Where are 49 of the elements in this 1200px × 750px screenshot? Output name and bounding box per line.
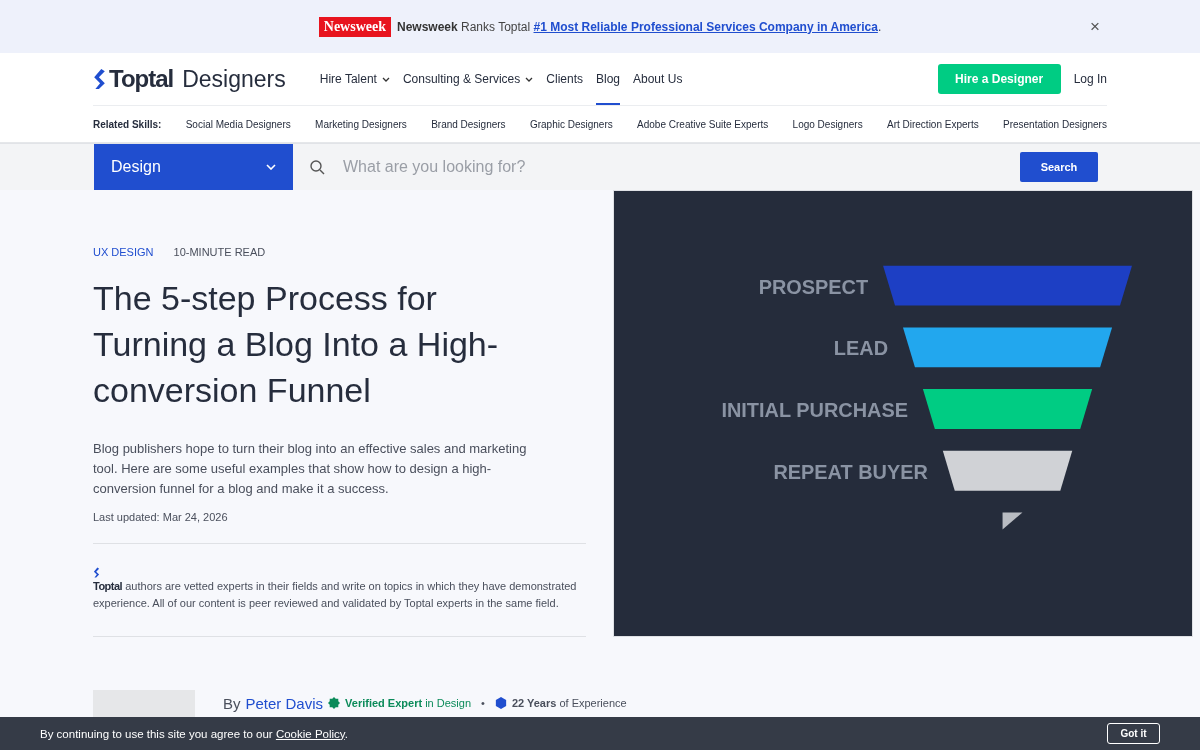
announcement-link[interactable]: #1 Most Reliable Professional Services Company in America xyxy=(533,19,878,34)
nav-link[interactable]: Clients xyxy=(546,53,583,105)
skill-link[interactable]: Art Direction Experts xyxy=(886,118,979,130)
search-icon xyxy=(310,159,325,175)
skill-link[interactable]: Brand Designers xyxy=(431,118,506,130)
skill-link[interactable]: Marketing Designers xyxy=(315,118,407,130)
nav-link[interactable]: About Us xyxy=(633,53,683,105)
search-field[interactable]: What are you looking for? xyxy=(341,157,1020,177)
category-link[interactable]: UX DESIGN xyxy=(93,246,154,258)
cookie-text: By continuing to use this site you agree to our Cookie Policy. xyxy=(40,727,348,740)
login-link[interactable]: Log In xyxy=(1073,72,1107,86)
vetting-note: Toptal authors are vetted experts in their fields and write on topics in which they have demonstrated experience. All of our content is peer reviewed and validated by Toptal experts in the same field. xyxy=(93,579,578,611)
newsweek-badge: Newsweek xyxy=(318,16,391,37)
article-title: The 5-step Process for Turning a Blog Into a High-conversion Funnel xyxy=(93,278,500,411)
accept-button[interactable]: Got it xyxy=(1107,723,1160,744)
chevron-icon xyxy=(266,164,276,170)
nav-link[interactable]: Hire Talent xyxy=(319,53,390,105)
stage-label: REPEAT BUYER xyxy=(773,460,928,483)
separator-dot: • xyxy=(481,697,485,709)
stage-label: INITIAL PURCHASE xyxy=(721,399,908,421)
stage-label: LEAD xyxy=(833,337,889,360)
logo-icon xyxy=(93,67,106,91)
announcement-text: Newsweek Ranks Toptal #1 Most Reliable Professional Services Company in America. xyxy=(397,19,882,34)
skill-link[interactable]: Social Media Designers xyxy=(185,118,291,130)
read-time: 10-MINUTE READ xyxy=(173,246,266,258)
hexagon-icon xyxy=(494,697,507,709)
article-summary: Blog publishers hope to turn their blog into an effective sales and marketing tool. Here are some useful examples that show how to design a high-conversion funnel for a blog and make it a success. xyxy=(93,440,528,498)
logo-subtitle: Designers xyxy=(182,65,286,93)
verified-expert-label: Verified Expert in Design xyxy=(345,697,471,709)
skill-link[interactable]: Presentation Designers xyxy=(1003,118,1107,130)
verified-badge-icon xyxy=(328,697,341,709)
search-button[interactable]: Search xyxy=(1020,152,1098,182)
logo-icon xyxy=(93,567,100,578)
category-dropdown[interactable]: Design xyxy=(94,144,293,190)
funnel-tip xyxy=(1002,512,1023,530)
logo-wordmark[interactable]: Toptal xyxy=(109,65,174,93)
cookie-policy-link[interactable]: Cookie Policy xyxy=(275,727,345,740)
skill-link[interactable]: Graphic Designers xyxy=(529,118,613,130)
nav-link[interactable]: Consulting & Services xyxy=(402,53,534,105)
skill-link[interactable]: Adobe Creative Suite Experts xyxy=(637,118,769,130)
author-name[interactable]: Peter Davis xyxy=(245,694,324,712)
stage-label: PROSPECT xyxy=(758,275,869,298)
skill-link[interactable]: Logo Designers xyxy=(792,118,863,130)
nav-link[interactable]: Blog xyxy=(596,53,620,105)
skills-label: Related Skills: xyxy=(93,118,162,130)
last-updated: Last updated: Mar 24, 2026 xyxy=(93,511,229,523)
experience-label: 22 Years of Experience xyxy=(511,697,627,709)
close-button[interactable]: × xyxy=(1086,17,1104,37)
byline-label: By xyxy=(223,694,241,712)
